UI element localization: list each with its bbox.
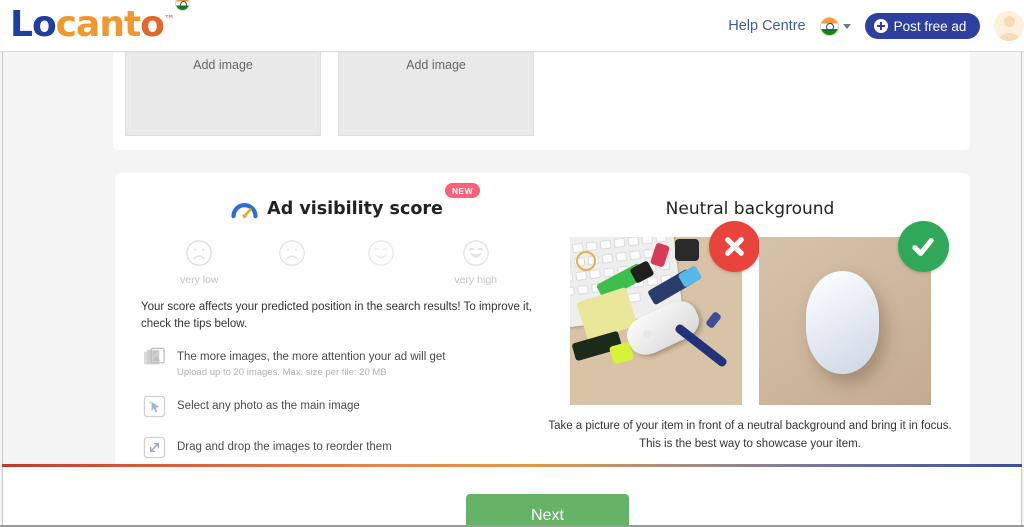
account-menu[interactable]: Upd	[994, 11, 1024, 41]
neutral-background-panel: Neutral background Take a picture of you…	[545, 181, 955, 454]
tip-title: Select any photo as the main image	[177, 400, 360, 413]
new-badge: NEW	[444, 183, 480, 198]
tip-title: The more images, the more attention your…	[177, 351, 446, 364]
add-image-label: Add image	[406, 58, 466, 72]
tip-text-drag-drop: Drag and drop the images to reorder them	[177, 436, 392, 455]
help-centre-link[interactable]: Help Centre	[728, 18, 805, 34]
logo-part-2: ca	[55, 4, 101, 45]
photo-stack-icon	[143, 346, 166, 369]
neutral-background-title: Neutral background	[665, 199, 835, 219]
face-very-happy-icon	[461, 238, 491, 268]
chevron-down-icon	[842, 23, 851, 29]
tip-row-main-image: Select any photo as the main image	[143, 395, 537, 418]
ad-visibility-title: Ad visibility score	[267, 198, 443, 219]
photo-tips-card: Ad visibility score NEW very low very hi…	[115, 173, 970, 464]
blue-pen	[673, 322, 728, 369]
cable	[575, 251, 596, 271]
plus-circle-icon	[873, 19, 888, 33]
header-right-cluster: Help Centre Post free ad Upd	[728, 0, 1024, 52]
score-step-very-low: very low	[180, 238, 219, 286]
drag-arrows-icon	[143, 436, 166, 459]
tip-title: Drag and drop the images to reorder them	[177, 441, 392, 454]
score-scale: very low very high	[180, 238, 497, 286]
photo-comparison	[545, 221, 955, 405]
score-description: Your score affects your predicted positi…	[141, 301, 532, 330]
next-button[interactable]: Next	[466, 494, 629, 527]
ad-visibility-panel: Ad visibility score NEW very low very hi…	[137, 181, 537, 464]
india-flag-icon	[819, 16, 839, 36]
language-selector[interactable]	[819, 16, 851, 36]
logo-part-3: nt	[99, 4, 141, 45]
image-upload-card: Add image Add image	[113, 52, 970, 150]
browser-viewport: Locanto™ Help Centre Post free ad Upd Ad…	[0, 0, 1024, 527]
tip-row-more-images: The more images, the more attention your…	[143, 346, 537, 378]
bad-example-wrapper	[569, 221, 760, 405]
logo-part-4: o	[140, 4, 165, 45]
add-image-label: Add image	[193, 58, 253, 72]
good-example-wrapper	[758, 221, 949, 405]
logo-trademark: ™	[163, 13, 175, 26]
face-very-sad-icon	[184, 238, 214, 268]
add-image-slot[interactable]: Add image	[338, 52, 534, 136]
page-loading-progress-bar	[2, 464, 1022, 467]
score-label-very-high: very high	[454, 274, 497, 286]
add-image-slot[interactable]: Add image	[125, 52, 321, 136]
tip-text-main-image: Select any photo as the main image	[177, 395, 360, 414]
face-sad-icon	[277, 238, 307, 268]
logo-part-1: Lo	[10, 4, 57, 45]
speedometer-icon	[231, 195, 258, 222]
locanto-logo[interactable]: Locanto™	[10, 0, 190, 45]
caption-line-2: This is the best way to showcase your it…	[639, 437, 861, 450]
score-step-very-high: very high	[454, 238, 497, 286]
caption-line-1: Take a picture of your item in front of …	[548, 420, 952, 432]
tip-text-more-images: The more images, the more attention your…	[177, 346, 445, 378]
check-badge-icon	[897, 221, 949, 272]
black-object	[674, 239, 699, 261]
blue-pen-tip	[704, 310, 722, 330]
cross-badge-icon	[708, 221, 760, 272]
india-flag-icon	[174, 0, 190, 11]
score-label-very-low: very low	[180, 274, 219, 286]
face-happy-icon	[366, 238, 396, 268]
neutral-background-caption: Take a picture of your item in front of …	[545, 418, 955, 454]
bottom-action-bar: Next	[2, 467, 1022, 527]
score-step-low	[277, 238, 307, 286]
post-free-ad-button[interactable]: Post free ad	[864, 13, 981, 39]
tip-row-drag-drop: Drag and drop the images to reorder them	[143, 436, 537, 459]
page-scroll-area: Add image Add image Ad visibility score …	[2, 52, 1022, 464]
site-header: Locanto™ Help Centre Post free ad Upd	[0, 0, 1024, 52]
post-free-ad-label: Post free ad	[893, 18, 967, 34]
cursor-select-icon	[143, 395, 166, 418]
score-step-high	[366, 238, 396, 286]
mouse-shape	[805, 271, 879, 374]
ad-visibility-heading: Ad visibility score NEW	[137, 183, 537, 222]
user-avatar-icon	[994, 11, 1024, 41]
tip-subtitle: Upload up to 20 images. Max. size per fi…	[177, 367, 387, 379]
